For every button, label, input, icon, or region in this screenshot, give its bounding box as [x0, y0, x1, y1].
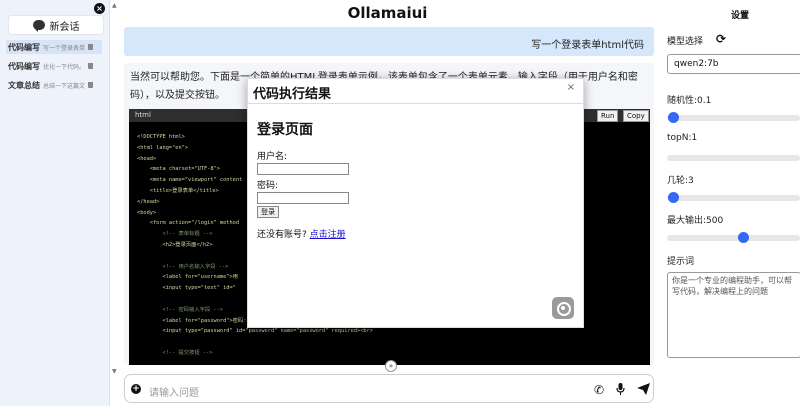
scroll-down-arrow-icon[interactable]: ▼: [112, 368, 117, 375]
rounds-slider[interactable]: [667, 192, 800, 203]
settings-panel: 设置 模型选择 ⟳ qwen2:7b 随机性:0.1 topN:1 几轮:3 最…: [661, 0, 800, 406]
rendered-preview: 登录页面 用户名: 密码: 登录 还没有账号? 点击注册: [257, 119, 437, 240]
chat-bubble-icon: [32, 20, 45, 32]
max-output-slider[interactable]: [667, 232, 800, 243]
code-language: html: [135, 111, 151, 119]
register-line: 还没有账号? 点击注册: [257, 227, 437, 240]
sidebar: × 新会话 代码编写 写一个登录表单 代码编写 优化一下代码。 文章总结 总结一…: [0, 0, 110, 406]
conversation-item[interactable]: 代码编写 优化一下代码。: [6, 59, 102, 73]
conversation-title: 文章总结: [8, 80, 40, 90]
rounds-label: 几轮:3: [667, 176, 694, 186]
slider-knob[interactable]: [668, 192, 679, 203]
preview-heading: 登录页面: [257, 122, 313, 138]
conversation-item[interactable]: 文章总结 总结一下这篇文: [6, 78, 102, 92]
scroll-to-bottom-icon[interactable]: »: [385, 360, 397, 372]
refresh-icon[interactable]: ⟳: [716, 32, 726, 46]
new-chat-label: 新会话: [49, 21, 80, 33]
trash-icon[interactable]: [88, 63, 94, 69]
code-result-modal: 代码执行结果 × 登录页面 用户名: 密码: 登录 还没有账号? 点击注册: [247, 78, 585, 328]
slider-knob[interactable]: [738, 232, 749, 243]
chat-input-bar: + 请输入问题 ✆: [124, 374, 654, 403]
divider: [248, 103, 585, 104]
topn-label: topN:1: [667, 133, 698, 143]
conversation-desc: 写一个登录表单: [43, 44, 86, 52]
trash-icon[interactable]: [88, 44, 94, 50]
model-label: 模型选择: [667, 37, 704, 47]
add-attachment-icon[interactable]: +: [131, 384, 141, 394]
run-button[interactable]: Run: [597, 110, 619, 122]
temperature-label: 随机性:0.1: [667, 96, 712, 106]
model-select[interactable]: qwen2:7b: [667, 54, 800, 74]
trash-icon[interactable]: [88, 82, 94, 88]
app-title: Ollamaiui: [347, 4, 428, 22]
temperature-slider[interactable]: [667, 112, 800, 123]
phone-icon[interactable]: ✆: [594, 383, 604, 397]
user-message: 写一个登录表单html代码: [124, 27, 654, 56]
gear-icon[interactable]: [552, 297, 574, 319]
conversation-title: 代码编写: [8, 42, 40, 52]
modal-title: 代码执行结果: [253, 87, 332, 102]
register-prompt: 还没有账号?: [257, 230, 307, 240]
slider-knob[interactable]: [668, 112, 679, 123]
password-label: 密码:: [257, 181, 279, 191]
code-line: <!-- 提交按钮 -->: [137, 349, 213, 356]
new-chat-button[interactable]: 新会话: [8, 15, 104, 35]
prompt-label: 提示词: [667, 257, 695, 267]
username-field[interactable]: [257, 163, 349, 175]
conversation-desc: 优化一下代码。: [43, 63, 86, 71]
microphone-icon[interactable]: [616, 383, 625, 398]
password-field[interactable]: [257, 192, 349, 204]
username-label: 用户名:: [257, 152, 288, 162]
send-icon[interactable]: [637, 383, 650, 398]
topn-slider[interactable]: [667, 155, 800, 161]
conversation-title: 代码编写: [8, 61, 40, 71]
conversation-desc: 总结一下这篇文: [43, 82, 86, 90]
register-link[interactable]: 点击注册: [310, 230, 346, 240]
max-output-label: 最大输出:500: [667, 216, 724, 226]
question-input[interactable]: 请输入问题: [149, 384, 199, 399]
scroll-up-arrow-icon[interactable]: ▲: [112, 2, 117, 9]
copy-button[interactable]: Copy: [623, 110, 649, 122]
system-prompt-textarea[interactable]: 你是一个专业的编程助手，可以帮写代码，解决编程上的问题: [667, 272, 800, 358]
settings-title: 设置: [731, 11, 750, 21]
app-root: × 新会话 代码编写 写一个登录表单 代码编写 优化一下代码。 文章总结 总结一…: [0, 0, 800, 406]
login-button[interactable]: 登录: [257, 206, 279, 218]
close-sidebar-icon[interactable]: ×: [94, 3, 105, 14]
close-icon[interactable]: ×: [567, 82, 575, 93]
conversation-item[interactable]: 代码编写 写一个登录表单: [6, 40, 102, 54]
